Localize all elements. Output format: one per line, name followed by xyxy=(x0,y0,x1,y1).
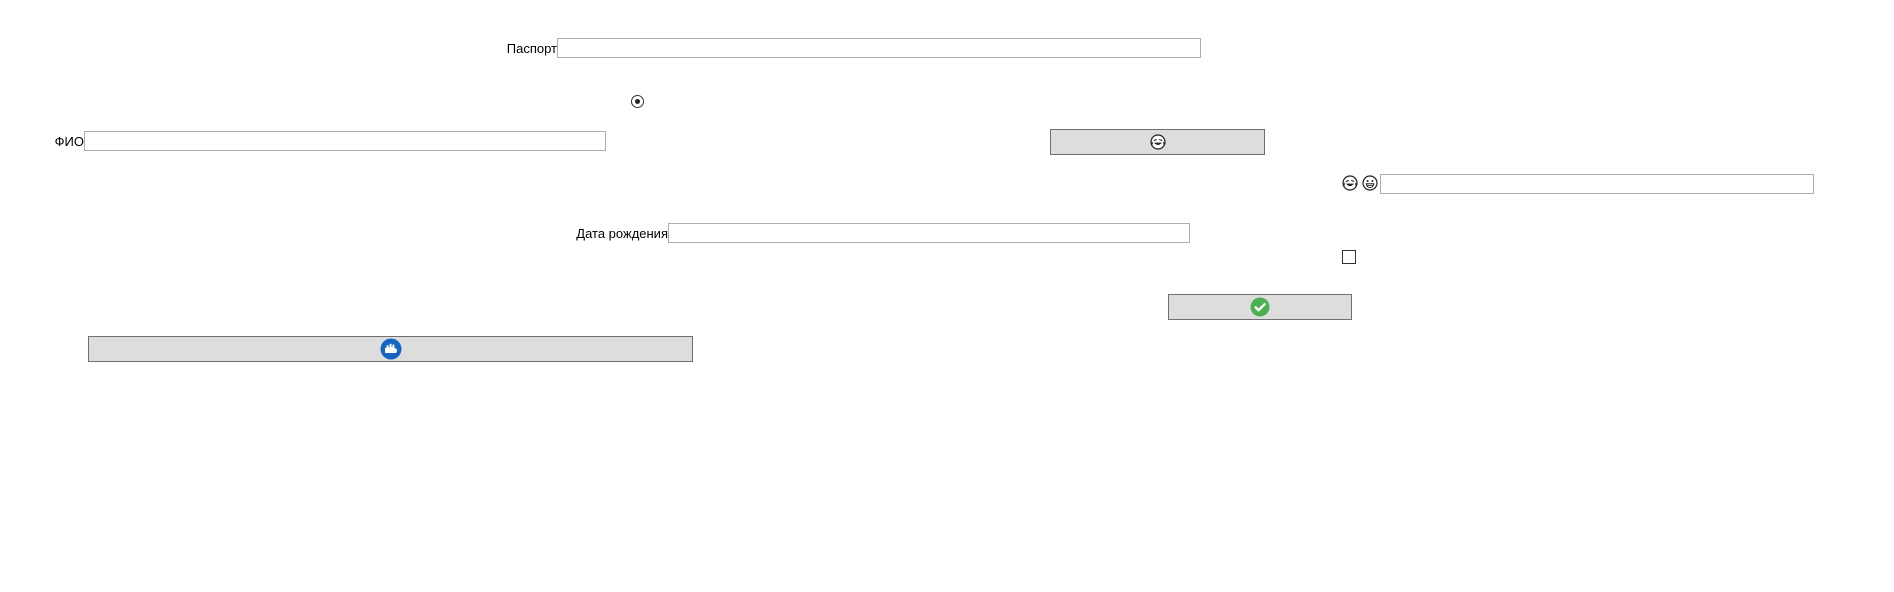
form-canvas: Паспорт ФИО Дата рождения xyxy=(0,0,1894,592)
radio-button[interactable] xyxy=(631,95,644,108)
emoji-input[interactable] xyxy=(1380,174,1814,194)
birthdate-label: Дата рождения xyxy=(576,226,668,241)
passport-input[interactable] xyxy=(557,38,1201,58)
passport-label: Паспорт xyxy=(506,41,557,56)
checkbox[interactable] xyxy=(1342,250,1356,264)
birthdate-input[interactable] xyxy=(668,223,1190,243)
check-circle-icon xyxy=(1250,297,1270,317)
laughing-face-icon xyxy=(1342,175,1358,191)
radio-selected-dot xyxy=(635,99,640,104)
grinning-face-icon xyxy=(1362,175,1378,191)
fio-input[interactable] xyxy=(84,131,606,151)
fio-label: ФИО xyxy=(54,134,84,149)
confirm-button[interactable] xyxy=(1168,294,1352,320)
laughing-face-icon xyxy=(1149,134,1166,150)
blue-logo-button[interactable] xyxy=(88,336,693,362)
emoji-button[interactable] xyxy=(1050,129,1265,155)
blue-round-logo-icon xyxy=(380,338,402,360)
